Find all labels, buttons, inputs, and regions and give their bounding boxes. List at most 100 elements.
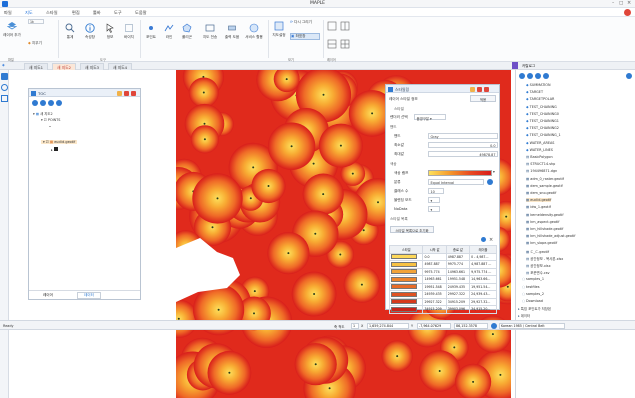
point-marker[interactable]	[211, 226, 214, 229]
class-end[interactable]: 34915.209	[445, 297, 471, 306]
remove-icon[interactable]	[40, 100, 46, 106]
blend-select[interactable]: ▾	[428, 197, 440, 203]
redraw-button[interactable]: ⟳ 다시 그리기	[290, 20, 320, 25]
catalog-item[interactable]: ▦ euclid.geotif	[526, 198, 552, 203]
point-marker[interactable]	[339, 144, 342, 147]
catalog-item[interactable]: ▦ adm_0_raster.geotif	[526, 177, 564, 181]
point-marker[interactable]	[472, 380, 475, 383]
class-swatch-cell[interactable]	[388, 305, 424, 314]
point-marker[interactable]	[322, 93, 325, 96]
catalog-item[interactable]: ▦ kerneldensity.geotif	[526, 213, 564, 217]
catalog-item[interactable]: ◌ samples_2	[522, 292, 544, 296]
class-label[interactable]: 9,975.774 ...	[469, 267, 497, 276]
move-up-icon[interactable]	[48, 100, 54, 106]
point-marker[interactable]	[377, 201, 379, 204]
line-button[interactable]: 라인	[161, 23, 177, 40]
apply-button[interactable]: 적용	[470, 95, 496, 102]
catalog-item[interactable]: ▤ BasicPolygon	[526, 155, 553, 159]
class-end[interactable]: 24939.435	[445, 282, 471, 291]
catalog-item[interactable]: ▦ km_hillshade_adjust.geotif	[526, 234, 575, 238]
nodata-select[interactable]: ▾	[428, 206, 440, 212]
class-end[interactable]: 39903.096	[445, 305, 471, 314]
point-marker[interactable]	[290, 145, 293, 148]
menu-edit[interactable]: 편집	[72, 10, 80, 16]
polygon-button[interactable]: 폴리곤	[179, 23, 195, 40]
catalog-item[interactable]: ▤ 194496871.dgn	[526, 169, 557, 173]
toc-points-node[interactable]: ▾ ☑ POINTS	[41, 118, 60, 122]
minimize-icon[interactable]: –	[612, 1, 614, 6]
class-row[interactable]: 9975.774 14963.661 9,975.774 ...	[388, 267, 497, 276]
catalog-item[interactable]: ◆ TEST_CHAINING0	[526, 112, 559, 116]
add-icon[interactable]	[32, 100, 38, 106]
point-marker[interactable]	[505, 215, 508, 218]
catalog-item[interactable]: ▸ 데이터	[518, 313, 530, 318]
catalog-up-icon[interactable]	[535, 73, 541, 79]
class-label[interactable]: 0 - 4,987...	[469, 252, 497, 261]
class-start[interactable]: 29927.322	[422, 297, 447, 306]
maximize-icon[interactable]: □	[619, 1, 623, 6]
point-marker[interactable]	[287, 252, 290, 255]
coord-button[interactable]: ▣ 좌표창	[290, 33, 320, 40]
style-tab[interactable]: 스타일	[394, 107, 404, 112]
catalog-item[interactable]: ▦ idw_1.geotif	[526, 205, 551, 209]
class-select[interactable]: Equal Interval	[428, 179, 484, 185]
point-marker[interactable]	[351, 172, 354, 175]
menu-help[interactable]: 도움말	[135, 10, 147, 16]
class-label[interactable]: 14,963.66...	[469, 275, 497, 284]
class-start[interactable]: 24939.435	[422, 290, 447, 299]
layout-single-button[interactable]	[327, 21, 337, 33]
class-swatch-cell[interactable]	[388, 297, 424, 306]
point-marker[interactable]	[362, 229, 365, 232]
class-start[interactable]: 0.0	[422, 252, 447, 261]
catalog-item[interactable]: ▤ 포운변수.csv	[526, 270, 550, 275]
class-end[interactable]: 9975.774	[445, 260, 471, 269]
count-input[interactable]: 10	[428, 188, 444, 194]
point-marker[interactable]	[499, 373, 502, 376]
close-icon[interactable]: ×	[627, 0, 631, 6]
class-end[interactable]: 14963.661	[445, 267, 471, 276]
zoom-select[interactable]: 1k	[28, 19, 52, 24]
catalog-refresh-icon[interactable]	[527, 73, 533, 79]
color-ramp-select[interactable]	[428, 170, 492, 176]
point-marker[interactable]	[252, 166, 255, 169]
catalog-item[interactable]: ◆ TARGET	[526, 90, 543, 94]
catalog-tab[interactable]: 카탈로그	[522, 64, 535, 69]
service-button[interactable]: 서비스 활용	[244, 23, 264, 40]
layout-grid-button[interactable]	[327, 39, 337, 51]
catalog-item[interactable]: ◆ WATER_LINES	[526, 148, 553, 152]
catalog-item[interactable]: ▤ STRUCT14.shp	[526, 162, 555, 166]
catalog-item[interactable]: ▦ km_hillshade.geotif	[526, 227, 563, 231]
toc-map-node[interactable]: ▾ ▦ 새 지도2	[33, 111, 53, 116]
point-marker[interactable]	[249, 197, 252, 200]
point-marker[interactable]	[314, 232, 317, 235]
catalog-item[interactable]: ▦ ㄷ_ㄷ.geotif	[526, 249, 549, 254]
point-marker[interactable]	[203, 138, 206, 141]
point-marker[interactable]	[253, 290, 256, 293]
class-row[interactable]: 0.0 4987.887 0 - 4,987...	[388, 252, 497, 261]
point-marker[interactable]	[371, 112, 374, 115]
catalog-item[interactable]: ▦ dem_sno.geotif	[526, 191, 556, 195]
class-row[interactable]: 19951.548 24939.435 19,951.54...	[388, 282, 497, 291]
stats-button[interactable]: 통계	[62, 23, 78, 40]
class-end[interactable]: 19951.548	[445, 275, 471, 284]
catalog-item[interactable]: ▤ 공간정보.xlsx	[526, 263, 551, 268]
point-marker[interactable]	[228, 371, 231, 374]
class-start[interactable]: 19951.548	[422, 282, 447, 291]
catalog-search-icon[interactable]	[626, 73, 632, 79]
class-row[interactable]: 29927.322 34915.209 29,927.32...	[388, 297, 497, 306]
class-start[interactable]: 14963.661	[422, 275, 447, 284]
home-icon[interactable]: ◈	[2, 63, 5, 67]
max-input[interactable]: 49878.87	[428, 151, 498, 157]
scale-input[interactable]: 1	[351, 322, 359, 329]
close-dialog-icon[interactable]	[484, 86, 489, 92]
band-select[interactable]: Gray	[428, 133, 498, 139]
point-marker[interactable]	[203, 122, 206, 125]
catalog-item[interactable]: ◌ samples_1	[522, 277, 544, 281]
tab-map1[interactable]: 새 지도1	[24, 63, 49, 70]
catalog-item[interactable]: ◆ TEST_CHAINING1	[526, 119, 559, 123]
zoom-value[interactable]: 1k	[28, 19, 44, 24]
y-field[interactable]: -7,964.07629	[417, 322, 451, 329]
remove-class-icon[interactable]: ×	[489, 237, 493, 243]
catalog-item[interactable]: ◆ TEST_CHAINING	[526, 105, 557, 109]
class-label[interactable]: 24,939.43...	[469, 290, 497, 299]
